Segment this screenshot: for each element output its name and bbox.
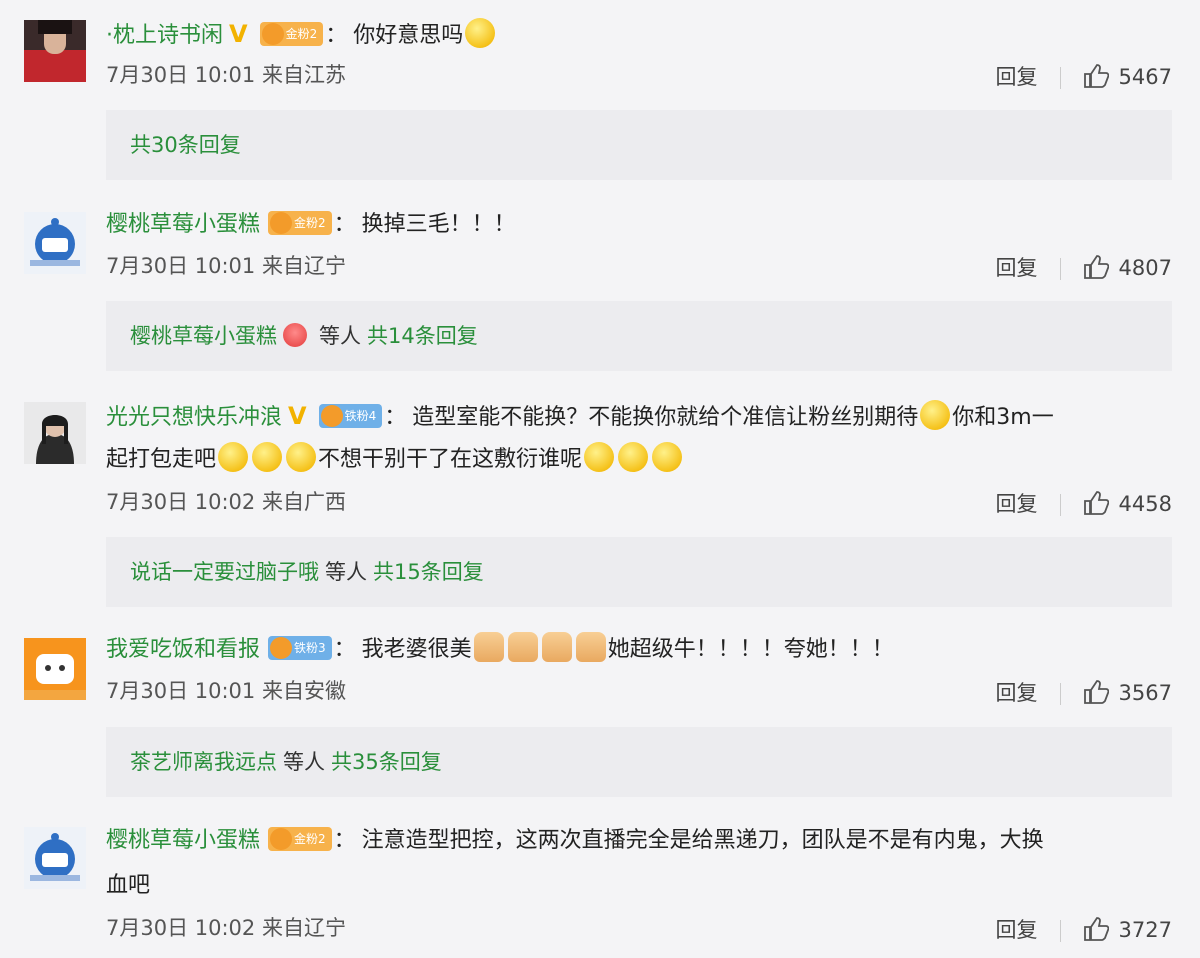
thumbs-up-emoji-icon	[575, 632, 606, 662]
comment-time: 7月30日 10:02	[106, 916, 256, 940]
comment-text-a: 注意造型把控，这两次直播完全是给黑递刀，团队是不是有内鬼，大换	[361, 828, 1044, 853]
avatar[interactable]	[24, 402, 86, 464]
comment-location: 来自安徽	[261, 679, 346, 703]
fan-badge[interactable]: 铁粉3	[268, 636, 332, 660]
replies-summary[interactable]: 说话一定要过脑子哦 等人 共15条回复	[106, 537, 1172, 607]
comment-text-c: 起打包走吧	[106, 447, 217, 472]
reply-button[interactable]: 回复	[996, 65, 1038, 89]
comment-text-b: 她超级牛！！！！夸她！！！	[607, 637, 894, 662]
avatar[interactable]	[24, 638, 86, 700]
like-count: 3727	[1118, 918, 1172, 942]
thumb-up-icon	[1083, 491, 1109, 515]
fan-badge[interactable]: 铁粉4	[318, 404, 383, 428]
verified-v-icon: V	[229, 20, 248, 48]
reply-button[interactable]: 回复	[996, 681, 1038, 705]
thumb-up-icon	[1083, 64, 1109, 88]
verified-v-icon: V	[288, 402, 307, 430]
like-count: 4458	[1118, 492, 1172, 516]
avatar[interactable]	[24, 827, 86, 889]
reply-author[interactable]: 茶艺师离我远点	[130, 750, 277, 774]
comment-time: 7月30日 10:02	[106, 490, 256, 514]
smile-emoji-icon	[465, 18, 496, 48]
like-button[interactable]: 5467	[1083, 64, 1172, 89]
like-button[interactable]: 4807	[1083, 255, 1172, 280]
like-button[interactable]: 4458	[1083, 491, 1172, 516]
smile-emoji-icon	[286, 442, 317, 472]
comment-location: 来自辽宁	[261, 254, 346, 278]
reply-count[interactable]: 共35条回复	[331, 750, 442, 774]
username[interactable]: 光光只想快乐冲浪	[106, 405, 282, 430]
divider	[1059, 67, 1061, 89]
reply-button[interactable]: 回复	[996, 492, 1038, 516]
comment-time: 7月30日 10:01	[106, 63, 256, 87]
comment-text: 你好意思吗	[353, 23, 464, 48]
avatar[interactable]	[24, 20, 86, 82]
fan-badge[interactable]: 金粉2	[268, 211, 332, 235]
reply-etc: 等人	[319, 324, 361, 348]
reply-etc: 等人	[283, 750, 325, 774]
username[interactable]: 我爱吃饭和看报	[106, 637, 260, 662]
reply-button[interactable]: 回复	[996, 918, 1038, 942]
smile-emoji-icon	[618, 442, 649, 472]
username[interactable]: 樱桃草莓小蛋糕	[106, 212, 260, 237]
smile-emoji-icon	[584, 442, 615, 472]
thumbs-up-emoji-icon	[541, 632, 572, 662]
divider	[1059, 258, 1061, 280]
comment-location: 来自辽宁	[261, 916, 346, 940]
replies-summary[interactable]: 共30条回复	[106, 110, 1172, 180]
colon: ：	[333, 828, 356, 853]
comment-text-b: 你和3m一	[952, 405, 1054, 430]
comment-location: 来自江苏	[261, 63, 346, 87]
comment-text-a: 我老婆很美	[361, 637, 472, 662]
reply-author[interactable]: 说话一定要过脑子哦	[130, 560, 319, 584]
like-button[interactable]: 3727	[1083, 917, 1172, 942]
smile-emoji-icon	[920, 400, 951, 430]
smile-emoji-icon	[652, 442, 683, 472]
fan-crown-icon	[283, 323, 307, 347]
divider	[1059, 494, 1061, 516]
comment-text: 换掉三毛！！！	[361, 212, 516, 237]
username[interactable]: 樱桃草莓小蛋糕	[106, 828, 260, 853]
colon: ：	[333, 212, 356, 237]
thumb-up-icon	[1083, 917, 1109, 941]
colon: ：	[384, 405, 407, 430]
username[interactable]: ·枕上诗书闲	[106, 23, 223, 48]
thumbs-up-emoji-icon	[507, 632, 538, 662]
fan-badge[interactable]: 金粉2	[259, 22, 324, 46]
like-count: 4807	[1118, 256, 1172, 280]
reply-count[interactable]: 共30条回复	[130, 133, 241, 157]
replies-summary[interactable]: 樱桃草莓小蛋糕 等人 共14条回复	[106, 301, 1172, 371]
divider	[1059, 920, 1061, 942]
thumbs-up-emoji-icon	[473, 632, 504, 662]
like-button[interactable]: 3567	[1083, 680, 1172, 705]
colon: ：	[333, 637, 356, 662]
comment-text-d: 不想干别干了在这敷衍谁呢	[318, 447, 583, 472]
reply-etc: 等人	[325, 560, 367, 584]
comment-time: 7月30日 10:01	[106, 679, 256, 703]
reply-count[interactable]: 共15条回复	[373, 560, 484, 584]
smile-emoji-icon	[252, 442, 283, 472]
divider	[1059, 683, 1061, 705]
colon: ：	[325, 23, 348, 48]
like-count: 3567	[1118, 681, 1172, 705]
thumb-up-icon	[1083, 680, 1109, 704]
smile-emoji-icon	[218, 442, 249, 472]
comment-text-b: 血吧	[106, 873, 151, 898]
reply-author[interactable]: 樱桃草莓小蛋糕	[130, 324, 277, 348]
comment-text-a: 造型室能不能换？不能换你就给个准信让粉丝别期待	[412, 405, 919, 430]
like-count: 5467	[1118, 65, 1172, 89]
thumb-up-icon	[1083, 255, 1109, 279]
replies-summary[interactable]: 茶艺师离我远点 等人 共35条回复	[106, 727, 1172, 797]
comment-location: 来自广西	[261, 490, 346, 514]
avatar[interactable]	[24, 212, 86, 274]
reply-button[interactable]: 回复	[996, 256, 1038, 280]
reply-count[interactable]: 共14条回复	[367, 324, 478, 348]
fan-badge[interactable]: 金粉2	[268, 827, 332, 851]
comment-time: 7月30日 10:01	[106, 254, 256, 278]
